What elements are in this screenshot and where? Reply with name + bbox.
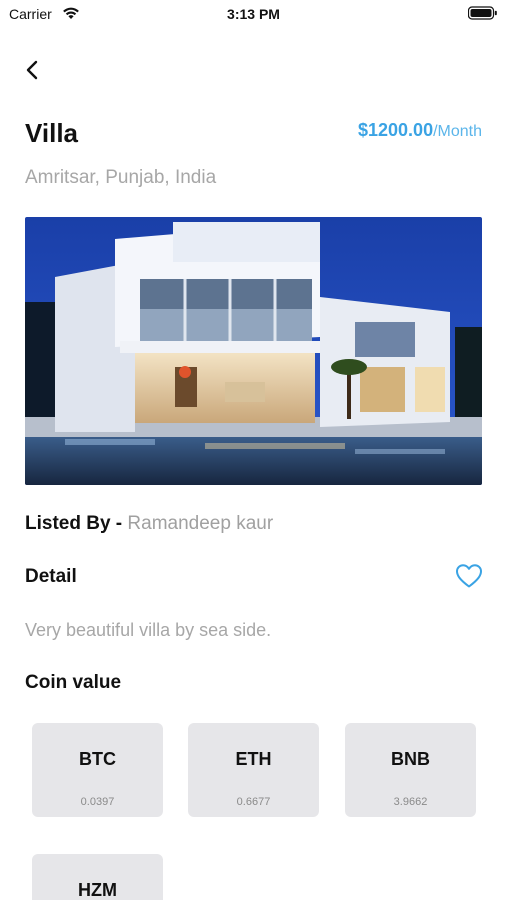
coin-card-hzm[interactable]: HZM [32, 854, 163, 900]
coin-value: 0.6677 [236, 796, 271, 808]
listed-by: Listed By - Ramandeep kaur [25, 513, 273, 535]
coin-symbol: HZM [78, 880, 117, 900]
coin-symbol: BNB [391, 749, 430, 769]
heart-outline-icon [456, 564, 482, 588]
coin-card-eth[interactable]: ETH 0.6677 [188, 723, 319, 817]
clock: 3:13 PM [227, 6, 280, 22]
coin-card-bnb[interactable]: BNB 3.9662 [345, 723, 476, 817]
coin-value: 3.9662 [393, 796, 428, 808]
detail-heading: Detail [25, 566, 77, 587]
price-unit: /Month [433, 123, 482, 140]
detail-description: Very beautiful villa by sea side. [25, 620, 272, 640]
listed-by-name: Ramandeep kaur [127, 513, 274, 534]
coin-symbol: ETH [235, 749, 272, 769]
back-button[interactable] [20, 57, 44, 83]
property-title: Villa [25, 118, 79, 148]
favorite-button[interactable] [455, 563, 483, 589]
listed-by-label: Listed By - [25, 513, 123, 534]
battery-icon [468, 6, 497, 20]
coin-card-btc[interactable]: BTC 0.0397 [32, 723, 163, 817]
price-amount: $1200.00 [358, 120, 434, 140]
property-photo [25, 217, 482, 485]
chevron-left-icon [26, 60, 38, 80]
coin-value: 0.0397 [80, 796, 115, 808]
property-location: Amritsar, Punjab, India [25, 167, 217, 188]
coin-value-heading: Coin value [25, 672, 122, 693]
status-bar: Carrier 3:13 PM [0, 0, 507, 30]
coin-symbol: BTC [79, 749, 116, 769]
price: $1200.00/Month [358, 120, 482, 141]
